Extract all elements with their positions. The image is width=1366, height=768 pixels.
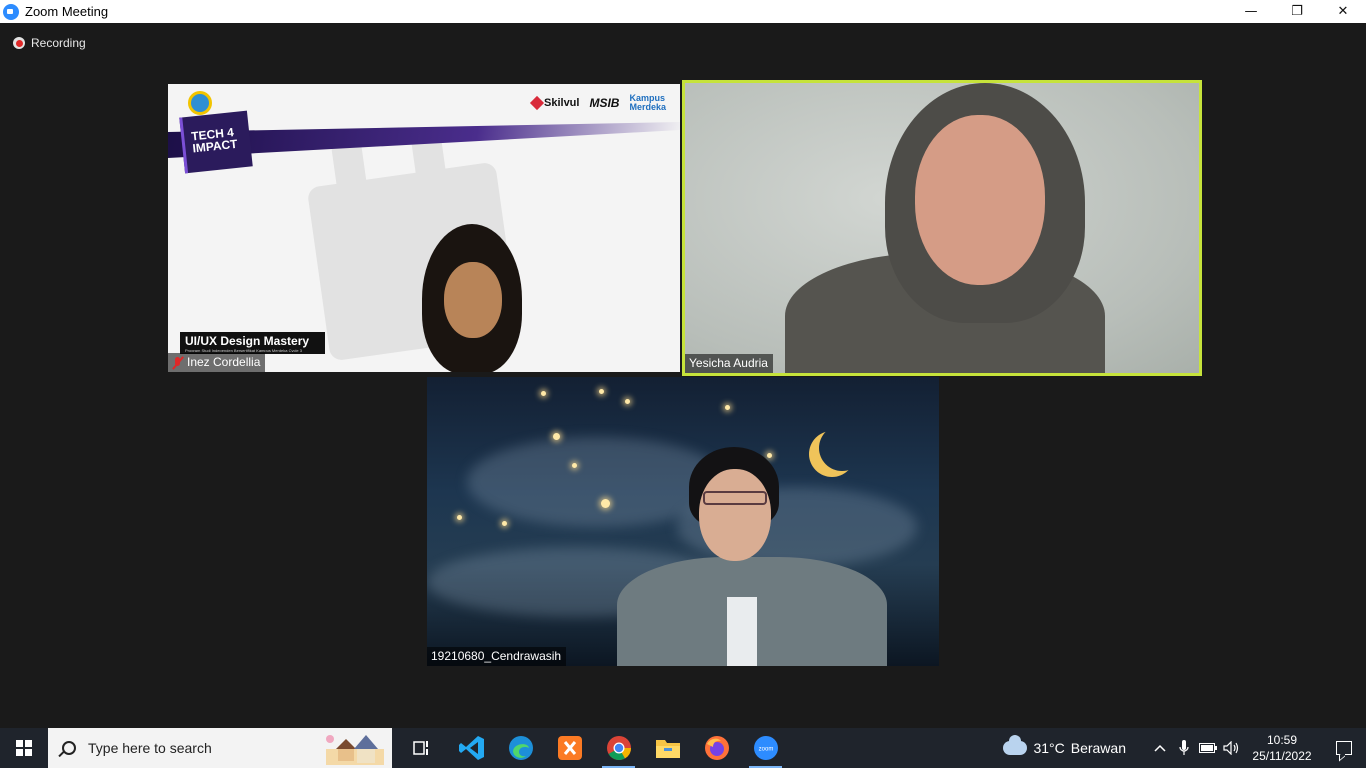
chrome-icon (606, 736, 631, 761)
participant-name: Inez Cordellia (187, 355, 261, 369)
search-icon (62, 741, 76, 755)
firefox-icon (704, 736, 729, 760)
svg-text:zoom: zoom (758, 747, 773, 753)
task-view-button[interactable] (398, 728, 447, 768)
slide-caption: UI/UX Design Mastery Program Studi Indep… (180, 332, 325, 354)
kemdikbud-logo-icon (188, 91, 212, 115)
notifications-button[interactable] (1322, 728, 1366, 768)
vscode-button[interactable] (447, 728, 496, 768)
star-decoration (625, 399, 630, 404)
system-tray: 31°C Berawan 10:59 25/11/2022 (1003, 728, 1366, 768)
search-highlight-illustration (326, 735, 384, 765)
volume-icon (1223, 741, 1239, 755)
edge-button[interactable] (496, 728, 545, 768)
chrome-button[interactable] (594, 728, 643, 768)
xampp-icon (557, 736, 582, 760)
notification-icon (1336, 741, 1352, 755)
cloud-icon (1003, 735, 1028, 755)
video-tile-inez[interactable]: TECH 4 IMPACT Skilvul MSIB Kampus Merdek… (168, 84, 680, 372)
search-placeholder: Type here to search (88, 740, 212, 756)
video-tile-yesicha[interactable]: Yesicha Audria (682, 80, 1202, 376)
microphone-icon (1179, 740, 1189, 755)
star-decoration (601, 499, 610, 508)
taskbar-search[interactable]: Type here to search (48, 728, 392, 768)
star-decoration (502, 521, 507, 526)
face-shape (915, 115, 1045, 285)
participant-name-label: Inez Cordellia (168, 353, 266, 372)
participant-name: Yesicha Audria (689, 356, 768, 370)
zoom-app-icon (3, 3, 19, 20)
battery-tray-button[interactable] (1196, 728, 1220, 768)
partner-logos: Skilvul MSIB Kampus Merdeka (529, 94, 666, 112)
video-tile-cendrawasih[interactable]: 19210680_Cendrawasih (427, 377, 939, 666)
show-hidden-icons-button[interactable] (1148, 728, 1172, 768)
mic-muted-icon (172, 356, 184, 370)
star-decoration (725, 405, 730, 410)
participant-video-inez (416, 224, 528, 372)
glasses-shape (703, 491, 767, 505)
minimize-button[interactable]: — (1228, 0, 1274, 23)
window-title: Zoom Meeting (25, 4, 109, 19)
recording-indicator[interactable]: Recording (13, 36, 86, 50)
taskbar: Type here to search zoom 31°C Berawan 10… (0, 728, 1366, 768)
brand-line-2: IMPACT (191, 136, 239, 156)
participant-name: 19210680_Cendrawasih (431, 649, 562, 663)
skilvul-text: Skilvul (544, 97, 580, 109)
restore-button[interactable]: ❐ (1274, 0, 1320, 23)
task-view-icon (412, 741, 428, 755)
participant-name-label: 19210680_Cendrawasih (427, 647, 567, 666)
recording-icon (13, 37, 25, 49)
volume-tray-button[interactable] (1220, 728, 1244, 768)
xampp-button[interactable] (545, 728, 594, 768)
skilvul-logo: Skilvul (529, 95, 580, 111)
participant-video-cendrawasih (617, 447, 887, 666)
msib-logo: MSIB (589, 96, 620, 110)
star-decoration (553, 433, 560, 440)
participant-video-yesicha (785, 83, 1105, 373)
zoom-icon: zoom (753, 736, 778, 760)
clock-time: 10:59 (1266, 733, 1298, 747)
window-titlebar: Zoom Meeting — ❐ ✕ (0, 0, 1366, 23)
skilvul-mark-icon (529, 95, 545, 111)
clock-date: 25/11/2022 (1252, 749, 1312, 763)
star-decoration (599, 389, 604, 394)
participant-name-label: Yesicha Audria (685, 354, 773, 373)
star-decoration (541, 391, 546, 396)
inner-shirt-shape (727, 597, 757, 666)
start-button[interactable] (0, 728, 48, 768)
km-line-2: Merdeka (629, 102, 666, 112)
taskbar-clock[interactable]: 10:59 25/11/2022 (1252, 732, 1312, 764)
taskbar-apps: zoom (398, 728, 790, 768)
caption-subtitle: Program Studi Independen Bersertifikat K… (185, 348, 302, 352)
microphone-tray-button[interactable] (1172, 728, 1196, 768)
tech4impact-logo: TECH 4 IMPACT (179, 110, 253, 174)
weather-temperature: 31°C (1033, 740, 1065, 756)
chevron-up-icon (1154, 744, 1166, 752)
face-shape (699, 469, 771, 561)
file-explorer-button[interactable] (643, 728, 692, 768)
star-decoration (572, 463, 577, 468)
caption-title: UI/UX Design Mastery (185, 334, 310, 348)
weather-widget[interactable]: 31°C Berawan (1003, 735, 1126, 756)
close-button[interactable]: ✕ (1320, 0, 1366, 23)
kampus-merdeka-logo: Kampus Merdeka (629, 94, 666, 112)
meeting-gallery: Recording TECH 4 IMPACT Skilvul MSIB Kam… (0, 23, 1366, 728)
folder-icon (655, 740, 680, 758)
edge-icon (508, 736, 533, 760)
recording-label: Recording (31, 36, 86, 50)
weather-description: Berawan (1070, 740, 1126, 756)
window-controls: — ❐ ✕ (1228, 0, 1366, 23)
zoom-button[interactable]: zoom (741, 728, 790, 768)
vscode-icon (458, 736, 484, 760)
face-shape (444, 262, 502, 338)
battery-icon (1199, 743, 1217, 753)
star-decoration (457, 515, 462, 520)
firefox-button[interactable] (692, 728, 741, 768)
windows-logo-icon (16, 740, 32, 756)
